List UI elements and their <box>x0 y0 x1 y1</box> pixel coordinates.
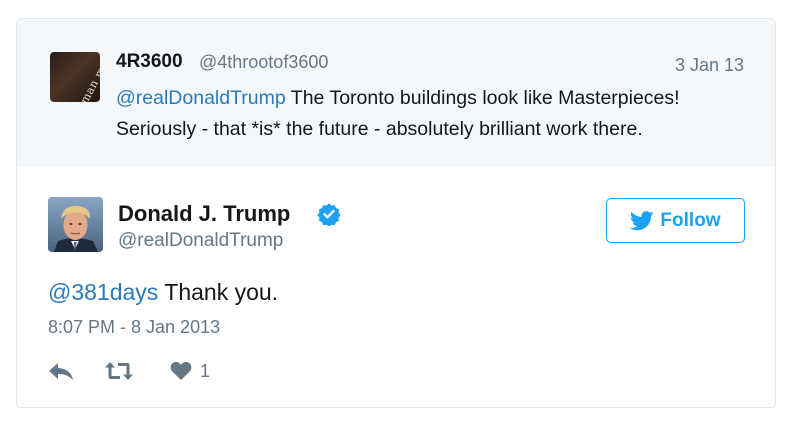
quoted-avatar[interactable]: herman mutchins <box>50 52 100 102</box>
quoted-author-handle[interactable]: @4throotof3600 <box>199 52 328 73</box>
mention-link[interactable]: @381days <box>48 279 158 305</box>
twitter-bird-icon <box>630 210 655 230</box>
tweet-text: @381days Thank you. <box>48 279 278 306</box>
author-name[interactable]: Donald J. Trump <box>118 201 290 227</box>
tweet-text-body: Thank you. <box>158 279 279 305</box>
avatar-portrait-icon <box>48 197 103 252</box>
heart-icon <box>170 361 192 380</box>
quoted-avatar-text: herman mutchins <box>68 52 100 102</box>
like-button[interactable]: 1 <box>170 359 210 383</box>
follow-label: Follow <box>660 209 721 231</box>
retweet-icon <box>105 362 133 380</box>
quoted-tweet-text: @realDonaldTrump The Toronto buildings l… <box>116 83 756 145</box>
quoted-tweet[interactable]: herman mutchins 4R3600 @4throotof3600 3 … <box>17 19 775 167</box>
reply-button[interactable] <box>48 359 74 383</box>
tweet-timestamp[interactable]: 8:07 PM - 8 Jan 2013 <box>48 317 220 338</box>
reply-icon <box>49 363 73 380</box>
quoted-author-name[interactable]: 4R3600 <box>116 51 183 73</box>
quoted-date[interactable]: 3 Jan 13 <box>675 55 744 76</box>
author-handle[interactable]: @realDonaldTrump <box>118 230 283 252</box>
retweet-button[interactable] <box>104 359 134 383</box>
verified-badge-icon <box>317 203 341 226</box>
tweet-card: herman mutchins 4R3600 @4throotof3600 3 … <box>16 18 776 408</box>
like-count: 1 <box>200 360 211 381</box>
quoted-mention-link[interactable]: @realDonaldTrump <box>116 87 286 109</box>
author-avatar[interactable] <box>48 197 103 252</box>
follow-button[interactable]: Follow <box>606 198 745 243</box>
